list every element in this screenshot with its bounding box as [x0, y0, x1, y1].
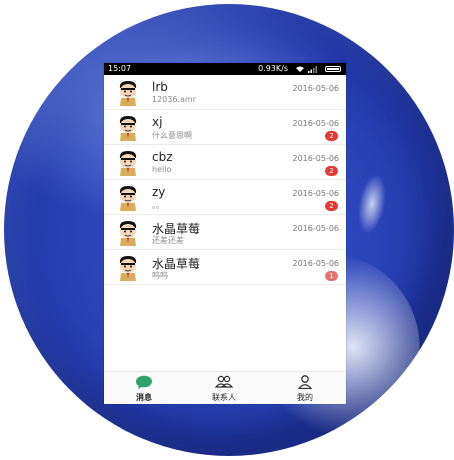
message-date: 2016-05-06	[292, 259, 340, 268]
contact-name: lrb	[152, 80, 168, 94]
conversation-row[interactable]: 水晶草莓 呜呜 2016-05-06 1	[104, 250, 346, 285]
wifi-icon	[296, 66, 304, 72]
tab-contacts[interactable]: 联系人	[184, 372, 264, 404]
message-date: 2016-05-06	[292, 119, 340, 128]
phone-screen: 15:07 0.93K/s lrb 12036.amr 2016-05-06 xj 什么…	[104, 63, 346, 404]
last-message: 呜呜	[152, 271, 168, 280]
message-date: 2016-05-06	[292, 189, 340, 198]
tab-label: 我的	[297, 393, 313, 402]
avatar[interactable]	[116, 149, 140, 176]
avatar[interactable]	[116, 184, 140, 211]
last-message: 12036.amr	[152, 95, 196, 104]
status-bar: 15:07 0.93K/s	[104, 63, 346, 75]
contact-name: cbz	[152, 150, 173, 164]
tab-label: 联系人	[212, 393, 236, 402]
avatar[interactable]	[116, 114, 140, 141]
unread-badge: 1	[325, 271, 338, 281]
unread-badge: 2	[325, 131, 338, 141]
avatar[interactable]	[116, 79, 140, 106]
last-message: 。。	[152, 201, 164, 210]
status-time: 15:07	[108, 64, 132, 73]
message-date: 2016-05-06	[292, 224, 340, 233]
contact-name: zy	[152, 185, 166, 199]
conversation-list: lrb 12036.amr 2016-05-06 xj 什么意思啊 2016-05-06 2…	[104, 75, 346, 285]
conversation-row[interactable]: 水晶草莓 还差还差 2016-05-06	[104, 215, 346, 250]
conversation-row[interactable]: xj 什么意思啊 2016-05-06 2	[104, 110, 346, 145]
message-date: 2016-05-06	[292, 84, 340, 93]
unread-badge: 2	[325, 166, 338, 176]
avatar[interactable]	[116, 219, 140, 246]
last-message: 还差还差	[152, 236, 184, 245]
tab-me[interactable]: 我的	[265, 372, 345, 404]
last-message: 什么意思啊	[152, 131, 192, 140]
network-speed: 0.93K/s	[258, 64, 288, 73]
conversation-row[interactable]: cbz hello 2016-05-06 2	[104, 145, 346, 180]
message-date: 2016-05-06	[292, 154, 340, 163]
tab-messages[interactable]: 消息	[104, 372, 184, 404]
bottom-tab-bar: 消息 联系人 我的	[104, 371, 346, 404]
unread-badge: 2	[325, 201, 338, 211]
battery-icon	[325, 66, 341, 72]
tab-label: 消息	[136, 393, 152, 402]
last-message: hello	[152, 165, 172, 174]
conversation-row[interactable]: zy 。。 2016-05-06 2	[104, 180, 346, 215]
signal-icon	[308, 66, 317, 73]
avatar[interactable]	[116, 254, 140, 281]
contact-name: xj	[152, 115, 163, 129]
conversation-row[interactable]: lrb 12036.amr 2016-05-06	[104, 75, 346, 110]
